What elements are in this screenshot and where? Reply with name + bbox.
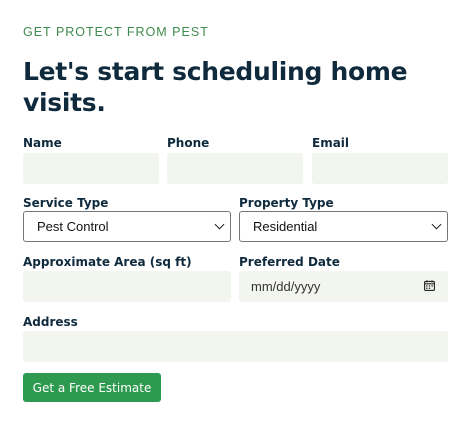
get-free-estimate-button[interactable]: Get a Free Estimate — [23, 373, 161, 402]
chevron-down-icon — [431, 219, 442, 230]
service-type-select[interactable]: Pest Control — [23, 211, 231, 242]
calendar-icon[interactable] — [424, 280, 435, 291]
name-label: Name — [23, 136, 62, 150]
chevron-down-icon — [214, 219, 225, 230]
service-type-value: Pest Control — [37, 219, 109, 234]
phone-input[interactable] — [167, 153, 303, 184]
property-type-value: Residential — [253, 219, 318, 234]
service-type-label: Service Type — [23, 196, 109, 210]
property-type-select[interactable]: Residential — [239, 211, 448, 242]
date-input[interactable]: mm/dd/yyyy — [239, 271, 448, 302]
area-input[interactable] — [23, 271, 231, 302]
phone-label: Phone — [167, 136, 210, 150]
page-title: Let's start scheduling home visits. — [23, 57, 408, 117]
eyebrow-text: GET PROTECT FROM PEST — [23, 25, 209, 39]
email-input[interactable] — [312, 153, 448, 184]
property-type-label: Property Type — [239, 196, 334, 210]
address-label: Address — [23, 315, 78, 329]
name-input[interactable] — [23, 153, 159, 184]
area-label: Approximate Area (sq ft) — [23, 255, 192, 269]
email-label: Email — [312, 136, 350, 150]
address-input[interactable] — [23, 331, 448, 362]
date-label: Preferred Date — [239, 255, 340, 269]
date-placeholder: mm/dd/yyyy — [251, 279, 321, 294]
